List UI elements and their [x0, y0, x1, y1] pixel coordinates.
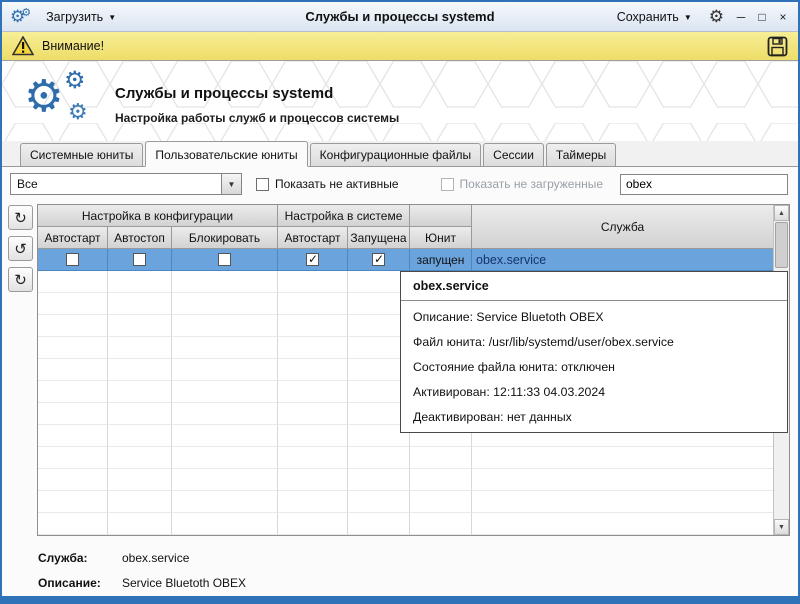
footer-service-value: obex.service: [122, 551, 189, 565]
filter-dropdown[interactable]: Все ▼: [10, 173, 242, 195]
cell-system-autostart[interactable]: [278, 249, 348, 271]
load-menu-label: Загрузить: [46, 10, 103, 24]
revert-button[interactable]: ↺: [8, 236, 33, 261]
app-window: ⚙⚙ Загрузить ▼ Службы и процессы systemd…: [0, 0, 800, 604]
checkbox-checked[interactable]: [306, 253, 319, 266]
checkbox-box: [441, 178, 454, 191]
empty-row: [38, 491, 773, 513]
maximize-button[interactable]: □: [755, 10, 769, 24]
minimize-button[interactable]: ─: [734, 10, 748, 24]
settings-gear-icon[interactable]: ⚙: [709, 8, 724, 25]
column-header-service[interactable]: Служба: [472, 205, 773, 249]
tab-sessions[interactable]: Сессии: [483, 143, 544, 166]
tooltip-deactivated: Деактивирован: нет данных: [401, 401, 787, 426]
scroll-up-button[interactable]: ▲: [774, 205, 789, 221]
main-area: ↻ ↺ ↻ Настройка в конфигурации Настройка…: [2, 201, 798, 541]
cell-unit-status: запущен: [410, 249, 472, 271]
show-inactive-label: Показать не активные: [275, 177, 399, 191]
warning-icon: [12, 36, 34, 56]
chevron-down-icon: ▼: [108, 13, 116, 22]
column-header-config-block[interactable]: Блокировать: [172, 227, 278, 249]
tooltip-description: Описание: Service Bluetoth OBEX: [401, 301, 787, 326]
column-header-system-running[interactable]: Запущена: [348, 227, 410, 249]
filter-dropdown-value: Все: [17, 177, 38, 191]
show-unloaded-label: Показать не загруженные: [460, 177, 603, 191]
cell-config-autostop[interactable]: [108, 249, 172, 271]
save-menu-button[interactable]: Сохранить ▼: [610, 6, 699, 28]
column-header-config-autostart[interactable]: Автостарт: [38, 227, 108, 249]
cell-service-name[interactable]: obex.service: [472, 249, 773, 271]
tab-system-units[interactable]: Системные юниты: [20, 143, 143, 166]
tooltip-unit-state: Состояние файла юнита: отключен: [401, 351, 787, 376]
checkbox-unchecked[interactable]: [133, 253, 146, 266]
table-row[interactable]: запущен obex.service: [38, 249, 773, 271]
app-header: ⚙ ⚙ ⚙ Службы и процессы systemd Настройк…: [2, 61, 798, 141]
footer-description-label: Описание:: [38, 576, 122, 590]
show-unloaded-checkbox: Показать не загруженные: [441, 177, 603, 191]
empty-row: [38, 469, 773, 491]
save-file-icon[interactable]: [767, 36, 788, 57]
revert-icon: ↺: [14, 240, 27, 258]
page-subtitle: Настройка работы служб и процессов систе…: [115, 111, 399, 125]
tab-user-units[interactable]: Пользовательские юниты: [145, 141, 307, 167]
filter-bar: Все ▼ Показать не активные Показать не з…: [2, 167, 798, 201]
checkbox-checked[interactable]: [372, 253, 385, 266]
column-header-config-autostop[interactable]: Автостоп: [108, 227, 172, 249]
column-header-unit[interactable]: Юнит: [410, 227, 472, 249]
save-menu-label: Сохранить: [617, 10, 679, 24]
tooltip-unit-file: Файл юнита: /usr/lib/systemd/user/obex.s…: [401, 326, 787, 351]
scrollbar-thumb[interactable]: [775, 222, 788, 268]
empty-row: [38, 447, 773, 469]
chevron-down-icon: ▼: [684, 13, 692, 22]
chevron-down-icon[interactable]: ▼: [221, 174, 241, 194]
tooltip-title: obex.service: [401, 272, 787, 301]
cell-system-running[interactable]: [348, 249, 410, 271]
units-table: Настройка в конфигурации Настройка в сис…: [37, 204, 790, 536]
side-toolbar: ↻ ↺ ↻: [8, 204, 36, 541]
empty-row: [38, 513, 773, 535]
show-inactive-checkbox[interactable]: Показать не активные: [256, 177, 399, 191]
refresh-button[interactable]: ↻: [8, 205, 33, 230]
scroll-down-button[interactable]: ▼: [774, 519, 789, 535]
reload-icon: ↻: [14, 271, 27, 289]
load-menu-button[interactable]: Загрузить ▼: [39, 6, 123, 28]
app-gear-icon: ⚙⚙: [10, 8, 31, 25]
checkbox-unchecked[interactable]: [66, 253, 79, 266]
service-tooltip: obex.service Описание: Service Bluetoth …: [400, 271, 788, 433]
footer-service-label: Служба:: [38, 551, 122, 565]
reload-button[interactable]: ↻: [8, 267, 33, 292]
group-header-blank: [410, 205, 472, 227]
tab-config-files[interactable]: Конфигурационные файлы: [310, 143, 481, 166]
tab-bar: Системные юниты Пользовательские юниты К…: [2, 141, 798, 167]
page-title: Службы и процессы systemd: [115, 85, 333, 102]
group-header-system: Настройка в системе: [278, 205, 410, 227]
search-input[interactable]: [620, 174, 788, 195]
close-button[interactable]: ×: [776, 10, 790, 24]
column-header-system-autostart[interactable]: Автостарт: [278, 227, 348, 249]
cell-config-block[interactable]: [172, 249, 278, 271]
refresh-icon: ↻: [14, 209, 27, 227]
cell-config-autostart[interactable]: [38, 249, 108, 271]
checkbox-box[interactable]: [256, 178, 269, 191]
footer-info: Служба: obex.service Описание: Service B…: [2, 541, 798, 601]
tab-timers[interactable]: Таймеры: [546, 143, 616, 166]
warning-label: Внимание!: [42, 39, 104, 53]
checkbox-unchecked[interactable]: [218, 253, 231, 266]
warning-bar: Внимание!: [2, 32, 798, 61]
footer-description-value: Service Bluetoth OBEX: [122, 576, 246, 590]
tooltip-activated: Активирован: 12:11:33 04.03.2024: [401, 376, 787, 401]
titlebar: ⚙⚙ Загрузить ▼ Службы и процессы systemd…: [2, 2, 798, 32]
group-header-config: Настройка в конфигурации: [38, 205, 278, 227]
table-header: Настройка в конфигурации Настройка в сис…: [38, 205, 773, 249]
